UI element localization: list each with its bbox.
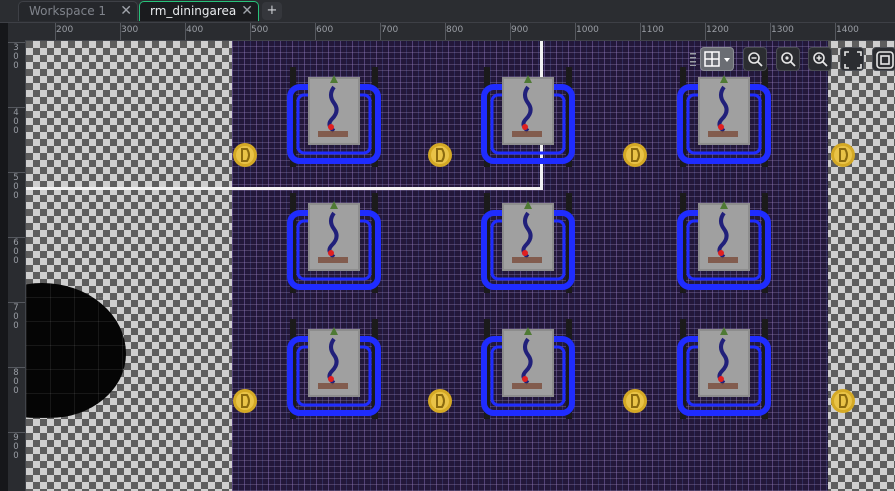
void-grid-overlay bbox=[26, 283, 126, 418]
coin-instance[interactable] bbox=[232, 142, 258, 168]
close-icon[interactable]: ✕ bbox=[120, 2, 132, 21]
toolbar-grip-icon[interactable] bbox=[690, 52, 696, 66]
frame-toggle-button[interactable] bbox=[872, 47, 895, 71]
zoom-out-icon bbox=[748, 52, 763, 67]
fit-view-button[interactable] bbox=[840, 47, 864, 71]
room-canvas[interactable] bbox=[26, 41, 895, 491]
ruler-label: 1000 bbox=[576, 25, 599, 35]
ruler-label: 800 bbox=[446, 25, 464, 35]
ruler-label: 1100 bbox=[641, 25, 664, 35]
zoom-in-button[interactable] bbox=[808, 47, 832, 71]
room-boundary-horizontal bbox=[26, 187, 543, 190]
left-edge-strip bbox=[0, 23, 8, 491]
coin-instance[interactable] bbox=[622, 142, 648, 168]
dining-table-instance[interactable] bbox=[478, 191, 578, 295]
grid-toggle-button[interactable] bbox=[700, 47, 734, 71]
vertical-ruler: 300 400 500 600 700 800 900 bbox=[8, 40, 26, 491]
tab-label: Workspace 1 bbox=[29, 4, 107, 18]
coin-instance[interactable] bbox=[427, 142, 453, 168]
ruler-label: 300 bbox=[13, 43, 19, 71]
tab-label: rm_diningarea bbox=[150, 4, 237, 18]
fit-view-icon bbox=[844, 51, 862, 69]
coin-instance[interactable] bbox=[830, 388, 856, 414]
ruler-label: 500 bbox=[13, 173, 19, 201]
ruler-label: 400 bbox=[186, 25, 204, 35]
tab-workspace-1[interactable]: Workspace 1 ✕ bbox=[18, 1, 138, 21]
ruler-label: 1400 bbox=[836, 25, 859, 35]
ruler-label: 200 bbox=[56, 25, 74, 35]
coin-instance[interactable] bbox=[232, 388, 258, 414]
ruler-label: 900 bbox=[511, 25, 529, 35]
ruler-label: 300 bbox=[121, 25, 139, 35]
dining-table-instance[interactable] bbox=[674, 65, 774, 169]
dining-table-instance[interactable] bbox=[284, 191, 384, 295]
ruler-label: 700 bbox=[381, 25, 399, 35]
horizontal-ruler: 200 300 400 500 600 700 800 900 1000 1100 1200 1300… bbox=[26, 23, 895, 41]
coin-instance[interactable] bbox=[830, 142, 856, 168]
zoom-out-button[interactable] bbox=[743, 47, 767, 71]
add-tab-button[interactable]: + bbox=[262, 2, 282, 20]
zoom-in-icon bbox=[813, 52, 828, 67]
tab-rm-diningarea[interactable]: rm_diningarea ✕ bbox=[139, 1, 259, 21]
ruler-label: 1200 bbox=[706, 25, 729, 35]
coin-instance[interactable] bbox=[622, 388, 648, 414]
ruler-label: 600 bbox=[316, 25, 334, 35]
dining-table-instance[interactable] bbox=[674, 191, 774, 295]
dining-table-instance[interactable] bbox=[478, 317, 578, 421]
ruler-label: 1300 bbox=[771, 25, 794, 35]
tab-bar: Workspace 1 ✕ rm_diningarea ✕ + bbox=[0, 0, 895, 23]
frame-toggle-icon bbox=[876, 51, 894, 69]
coin-instance[interactable] bbox=[427, 388, 453, 414]
zoom-reset-button[interactable] bbox=[776, 47, 800, 71]
ruler-corner bbox=[8, 23, 26, 40]
dining-table-instance[interactable] bbox=[284, 65, 384, 169]
dining-table-instance[interactable] bbox=[674, 317, 774, 421]
ruler-label: 800 bbox=[13, 368, 19, 396]
dining-table-instance[interactable] bbox=[284, 317, 384, 421]
grid-toggle-icon bbox=[704, 51, 730, 67]
dining-table-instance[interactable] bbox=[478, 65, 578, 169]
ruler-label: 700 bbox=[13, 303, 19, 331]
ruler-label: 400 bbox=[13, 108, 19, 136]
close-icon[interactable]: ✕ bbox=[241, 2, 253, 21]
ruler-label: 900 bbox=[13, 433, 19, 461]
ruler-label: 500 bbox=[251, 25, 269, 35]
ruler-label: 600 bbox=[13, 238, 19, 266]
zoom-reset-icon bbox=[781, 52, 796, 67]
